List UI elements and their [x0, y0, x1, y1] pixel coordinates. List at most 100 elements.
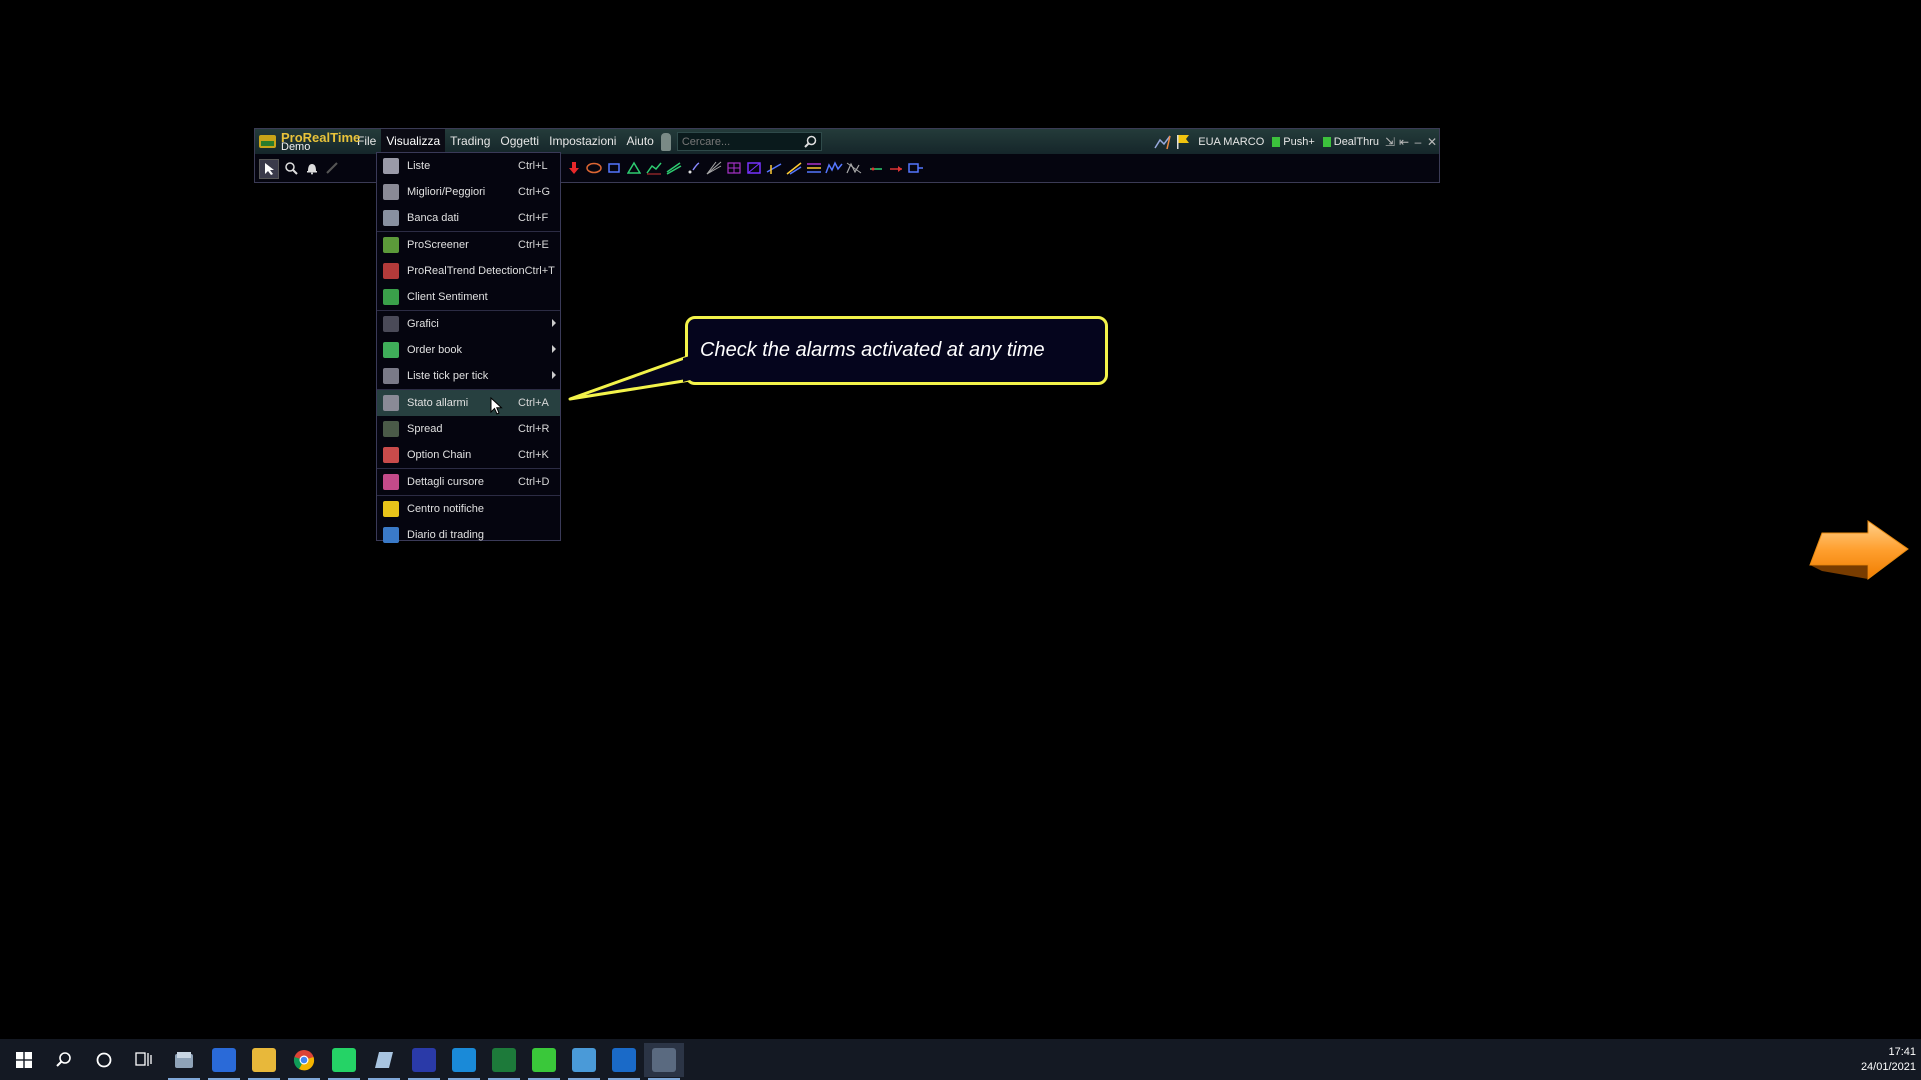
elliott-waves-icon[interactable] — [825, 159, 843, 177]
restore-icon[interactable]: ⇤ — [1397, 135, 1411, 149]
menu-item-proscreener[interactable]: ProScreener Ctrl+E — [377, 232, 560, 258]
search-box[interactable] — [676, 132, 822, 151]
outlook-icon[interactable] — [604, 1043, 644, 1080]
search-icon[interactable] — [804, 135, 817, 148]
notification-flag-icon[interactable] — [1176, 134, 1190, 150]
user-icon[interactable] — [660, 132, 671, 151]
indicators-icon[interactable] — [1154, 134, 1172, 150]
dealthru-status[interactable]: DealThru — [1319, 136, 1383, 148]
windows-start-icon[interactable] — [4, 1043, 44, 1077]
prorealtime-demo-icon[interactable] — [644, 1043, 684, 1080]
search-input[interactable] — [681, 135, 802, 148]
cortana-icon[interactable] — [84, 1043, 124, 1077]
trendline-icon[interactable] — [645, 159, 663, 177]
menu-trading[interactable]: Trading — [445, 129, 495, 154]
gann-grid-icon[interactable] — [725, 159, 743, 177]
point-icon[interactable] — [685, 159, 703, 177]
andrews-pitchfork-icon[interactable] — [785, 159, 803, 177]
file-explorer-icon[interactable] — [244, 1043, 284, 1080]
visualizza-dropdown-menu: Liste Ctrl+L Migliori/Peggiori Ctrl+G Banca … — [376, 152, 561, 543]
fis-app-icon[interactable] — [524, 1043, 564, 1080]
menu-item-label: Migliori/Peggiori — [407, 186, 486, 198]
push-status[interactable]: Push+ — [1268, 136, 1319, 148]
menu-item-label: Diario di trading — [407, 529, 485, 541]
menu-item-prorealtrend[interactable]: ProRealTrend Detection Ctrl+T — [377, 258, 560, 284]
task-view-icon[interactable] — [124, 1043, 164, 1077]
channel-icon[interactable] — [665, 159, 683, 177]
cycles-icon[interactable] — [845, 159, 863, 177]
menu-item-dettagli-cursore[interactable]: Dettagli cursore Ctrl+D — [377, 469, 560, 495]
r-app-icon[interactable] — [404, 1043, 444, 1080]
brand: ProRealTime Demo — [255, 129, 360, 154]
menu-item-diario-trading[interactable]: Diario di trading — [377, 522, 560, 548]
menu-item-order-book[interactable]: Order book — [377, 337, 560, 363]
push-label: Push+ — [1283, 135, 1315, 148]
account-name[interactable]: EUA MARCO — [1194, 136, 1268, 148]
menu-visualizza[interactable]: Visualizza — [381, 129, 446, 154]
system-clock[interactable]: 17:41 24/01/2021 — [1861, 1045, 1916, 1075]
close-icon[interactable]: ✕ — [1425, 135, 1439, 149]
fibonacci-retracement-icon[interactable] — [805, 159, 823, 177]
submenu-arrow-icon — [552, 345, 556, 353]
sell-arrow-icon[interactable] — [565, 159, 583, 177]
gann-box-icon[interactable] — [745, 159, 763, 177]
menu-item-client-sentiment[interactable]: Client Sentiment — [377, 284, 560, 310]
text-icon[interactable] — [907, 159, 925, 177]
menu-item-label: Liste — [407, 160, 431, 172]
kite-app-icon[interactable] — [564, 1043, 604, 1080]
triangle-icon[interactable] — [625, 159, 643, 177]
menu-item-centro-notifiche[interactable]: Centro notifiche — [377, 496, 560, 522]
menu-oggetti[interactable]: Oggetti — [495, 129, 544, 154]
s-app-icon[interactable] — [204, 1043, 244, 1080]
menu-item-shortcut: Ctrl+G — [518, 186, 551, 198]
zoom-icon[interactable] — [282, 159, 300, 177]
menu-item-liste-tick[interactable]: Liste tick per tick — [377, 363, 560, 389]
dealthru-label: DealThru — [1333, 135, 1379, 148]
alarm-status-icon — [383, 395, 399, 411]
arrow-line-icon[interactable] — [887, 159, 905, 177]
rectangle-icon[interactable] — [605, 159, 623, 177]
horizontal-line-icon[interactable] — [867, 159, 885, 177]
menu-item-label: ProScreener — [407, 239, 469, 251]
next-slide-arrow-icon[interactable] — [1808, 519, 1912, 583]
tutorial-callout: Check the alarms activated at any time — [685, 316, 1108, 385]
option-chain-icon — [383, 447, 399, 463]
speed-lines-icon[interactable] — [765, 159, 783, 177]
order-book-icon — [383, 342, 399, 358]
alarm-bell-icon[interactable] — [303, 159, 321, 177]
menu-item-banca-dati[interactable]: Banca dati Ctrl+F — [377, 205, 560, 231]
trend-icon — [383, 263, 399, 279]
skype-icon[interactable] — [444, 1043, 484, 1080]
notepad-icon[interactable] — [164, 1043, 204, 1080]
spread-icon — [383, 421, 399, 437]
trading-journal-icon — [383, 527, 399, 543]
menu-item-stato-allarmi[interactable]: Stato allarmi Ctrl+A — [377, 390, 560, 416]
menu-impostazioni[interactable]: Impostazioni — [544, 129, 621, 154]
search-icon[interactable] — [44, 1043, 84, 1077]
select-pointer-icon[interactable] — [259, 159, 279, 179]
pin-icon[interactable]: ⇲ — [1383, 135, 1397, 149]
menu-item-label: Option Chain — [407, 449, 472, 461]
menu-item-shortcut: Ctrl+T — [524, 265, 555, 277]
scroll-app-icon[interactable] — [364, 1043, 404, 1080]
menu-item-spread[interactable]: Spread Ctrl+R — [377, 416, 560, 442]
menu-item-liste[interactable]: Liste Ctrl+L — [377, 153, 560, 179]
mouse-cursor-icon — [490, 397, 503, 415]
pencil-icon[interactable] — [323, 159, 341, 177]
menu-aiuto[interactable]: Aiuto — [621, 129, 658, 154]
menu-item-migliori-peggiori[interactable]: Migliori/Peggiori Ctrl+G — [377, 179, 560, 205]
clock-date: 24/01/2021 — [1860, 1061, 1916, 1073]
tick-list-icon — [383, 368, 399, 384]
menu-item-label: Order book — [407, 344, 463, 356]
list-icon — [383, 158, 399, 174]
database-icon — [383, 210, 399, 226]
excel-icon[interactable] — [484, 1043, 524, 1080]
ellipse-icon[interactable] — [585, 159, 603, 177]
menu-item-label: Liste tick per tick — [407, 370, 489, 382]
chrome-icon[interactable] — [284, 1043, 324, 1080]
fibonacci-fan-icon[interactable] — [705, 159, 723, 177]
menu-item-option-chain[interactable]: Option Chain Ctrl+K — [377, 442, 560, 468]
whatsapp-icon[interactable] — [324, 1043, 364, 1080]
menu-item-grafici[interactable]: Grafici — [377, 311, 560, 337]
minimize-icon[interactable]: – — [1411, 135, 1425, 149]
